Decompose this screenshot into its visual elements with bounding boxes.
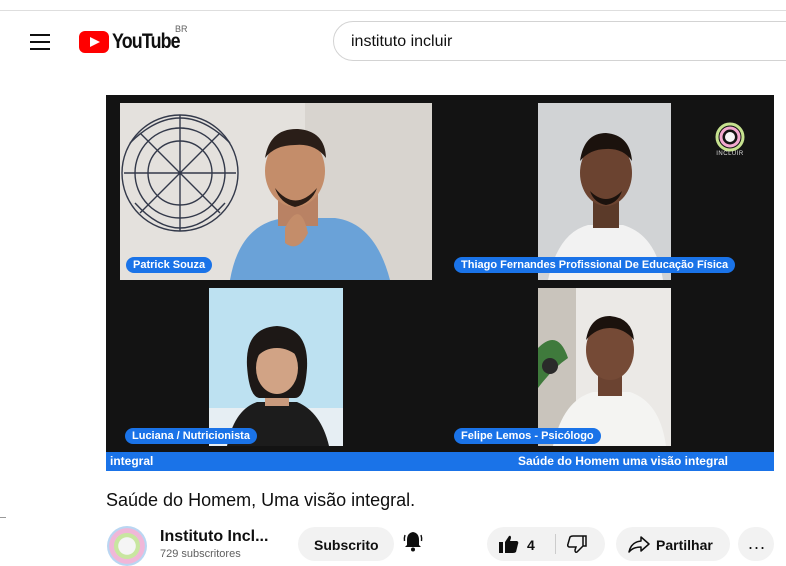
participant-video-1 [120,103,432,280]
participant-name-tag: Patrick Souza [126,257,213,273]
more-icon: ... [748,533,767,553]
bell-icon[interactable] [403,530,423,552]
like-dislike-group: 4 [487,527,605,561]
participant-name-tag: Thiago Fernandes Profissional De Educaçã… [454,257,736,273]
share-button[interactable]: Partilhar [616,527,730,561]
like-icon[interactable] [499,535,519,553]
share-icon [628,536,650,553]
brand-watermark-text: INCLUIR [716,151,744,157]
video-player[interactable]: Patrick Souza Thiago Fernandes Profissio… [106,95,774,471]
participant-tile-1: Patrick Souza [120,103,432,280]
channel-name[interactable]: Instituto Incl... [160,528,268,546]
participant-tile-2 [538,103,671,280]
dislike-icon[interactable] [567,535,587,553]
top-divider [0,10,786,11]
search-input[interactable]: instituto incluir [333,21,786,61]
participant-name-tag: Luciana / Nutricionista [125,428,257,444]
youtube-logo[interactable]: YouTube BR [79,24,192,54]
participant-tile-3 [209,288,343,446]
banner-left-text: integral [110,454,154,468]
search-value: instituto incluir [351,33,453,50]
logo-text: YouTube [112,30,181,53]
video-title: Saúde do Homem, Uma visão integral. [106,490,416,510]
more-actions-button[interactable]: ... [738,527,774,561]
subscriber-count: 729 subscritores [160,548,241,560]
caption-banner: integral Saúde do Homem uma visão integr… [106,452,774,471]
country-code: BR [175,24,188,34]
participant-name-tag: Felipe Lemos - Psicólogo [454,428,601,444]
participant-video-4 [538,288,671,446]
youtube-play-icon [79,31,109,53]
subscribe-button[interactable]: Subscrito [298,527,394,561]
participant-video-3 [209,288,343,446]
edge-mark [0,517,6,518]
subscribe-label: Subscrito [314,537,379,553]
share-label: Partilhar [656,537,713,553]
participant-video-2 [538,103,671,280]
participant-tile-4 [538,288,671,446]
banner-right-text: Saúde do Homem uma visão integral [517,454,728,468]
like-count: 4 [527,537,535,553]
like-divider [555,534,556,554]
channel-avatar[interactable] [107,526,147,566]
menu-icon[interactable] [30,34,50,50]
